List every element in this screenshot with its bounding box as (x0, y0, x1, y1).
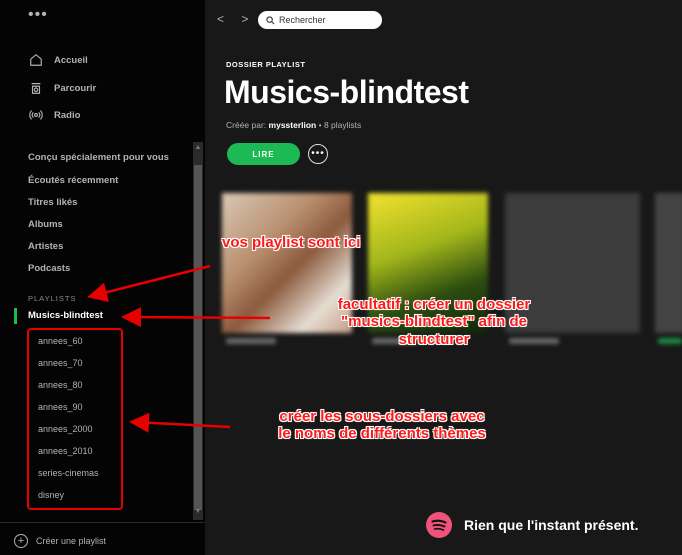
annotation-subfolders: créer les sous-dossiers avec le noms de … (232, 408, 532, 443)
annotation-line: "musics-blindtest" afin de (341, 313, 527, 331)
more-options-button[interactable]: ••• (308, 144, 328, 164)
radio-icon (28, 107, 44, 123)
annotation-line: facultatif : créer un dossier (337, 296, 531, 313)
nav-label-radio: Radio (54, 109, 81, 121)
subfolders-highlight-box (27, 328, 123, 510)
library-albums[interactable]: Albums (28, 219, 63, 230)
playlist-folder-musics-blindtest[interactable]: Musics-blindtest (28, 310, 103, 321)
search-icon (266, 15, 275, 24)
create-playlist-label: Créer une playlist (36, 536, 107, 546)
spotify-logo-icon (426, 512, 452, 538)
nav-item-browse[interactable]: Parcourir (28, 78, 96, 98)
nav-item-home[interactable]: Accueil (28, 50, 88, 70)
active-indicator (14, 308, 17, 324)
search-input[interactable]: Rechercher (258, 11, 382, 29)
home-icon (28, 52, 44, 68)
annotation-line: créer les sous-dossiers avec (279, 408, 485, 425)
library-podcasts[interactable]: Podcasts (28, 263, 70, 274)
library-artists[interactable]: Artistes (28, 241, 63, 252)
create-playlist-button[interactable]: + Créer une playlist (14, 534, 106, 548)
scroll-up-icon[interactable]: ▲ (193, 144, 203, 156)
annotation-optional-folder: facultatif : créer un dossier "musics-bl… (294, 296, 574, 348)
browse-icon (28, 80, 44, 96)
app-menu-button[interactable]: ••• (28, 6, 48, 24)
folder-owner-line: Créée par: myssterlion • 8 playlists (226, 120, 361, 130)
plus-icon: + (14, 534, 28, 548)
folder-type-label: DOSSIER PLAYLIST (226, 60, 306, 69)
owner-link[interactable]: myssterlion (269, 120, 317, 130)
search-placeholder: Rechercher (279, 15, 326, 25)
library-liked-songs[interactable]: Titres likés (28, 197, 77, 208)
library-made-for-you[interactable]: Conçu spécialement pour vous (28, 152, 169, 163)
playlist-card-cover[interactable] (655, 193, 682, 333)
sidebar-scrollbar-thumb[interactable] (194, 165, 202, 510)
annotation-line: structurer (398, 330, 470, 348)
card-title-placeholder (226, 338, 276, 344)
playlist-count: • 8 playlists (316, 120, 362, 130)
branding: Rien que l'instant présent. (426, 512, 638, 538)
forward-button[interactable]: > (241, 12, 248, 26)
playlists-section-label: PLAYLISTS (28, 294, 77, 303)
history-nav: < > (217, 12, 262, 26)
card-title-placeholder (658, 338, 682, 344)
nav-label-browse: Parcourir (54, 82, 97, 94)
nav-item-radio[interactable]: Radio (28, 105, 80, 125)
back-button[interactable]: < (217, 12, 224, 26)
library-recently-played[interactable]: Écoutés récemment (28, 175, 118, 186)
play-button[interactable]: LIRE (227, 143, 300, 165)
nav-label-home: Accueil (54, 54, 88, 66)
created-by-prefix: Créée par: (226, 120, 269, 130)
scroll-down-icon[interactable]: ▼ (193, 508, 203, 520)
annotation-playlists-here: vos playlist sont ici (222, 234, 361, 251)
page-title: Musics-blindtest (224, 74, 469, 110)
brand-tagline: Rien que l'instant présent. (464, 517, 639, 533)
annotation-line: le noms de différents thèmes (278, 425, 486, 443)
